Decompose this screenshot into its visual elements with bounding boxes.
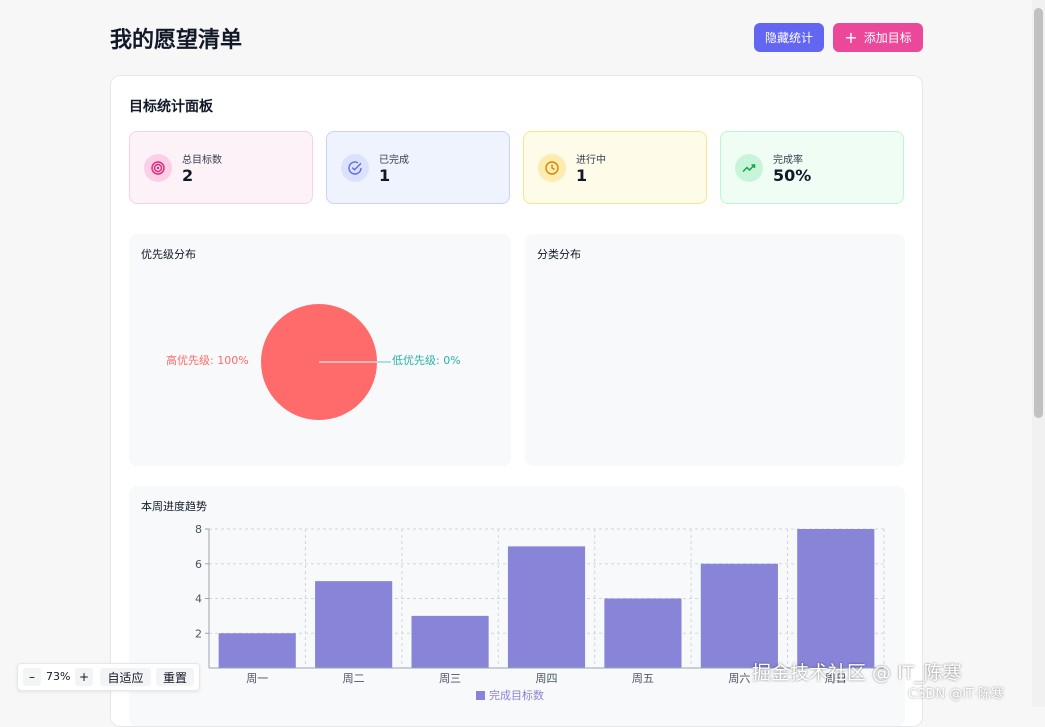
fit-button[interactable]: 自适应 — [100, 668, 151, 686]
x-tick-label: 周二 — [343, 672, 365, 685]
stat-value: 1 — [379, 166, 391, 185]
legend-swatch — [476, 691, 485, 700]
scrollbar-thumb[interactable] — [1034, 8, 1043, 418]
plus-icon: + — [844, 27, 858, 47]
stat-card-completed: 已完成 1 — [326, 131, 510, 204]
watermark-main: 掘金技术社区 @ IT_陈寒 — [752, 662, 962, 684]
stats-panel-title: 目标统计面板 — [129, 99, 213, 115]
category-chart-card: 分类分布 — [525, 234, 905, 466]
pie-label-low: 低优先级: 0% — [392, 354, 461, 367]
x-tick-label: 周六 — [728, 672, 750, 685]
target-icon — [144, 154, 172, 182]
y-tick-label: 8 — [195, 523, 202, 536]
hide-stats-label: 隐藏统计 — [764, 31, 813, 45]
priority-pie-chart — [261, 304, 391, 420]
legend-label: 完成目标数 — [489, 688, 544, 702]
zoom-controls: – 73% + 自适应 重置 — [17, 663, 200, 691]
x-tick-label: 周五 — [632, 672, 654, 685]
bar-周四 — [507, 546, 586, 668]
add-goal-button[interactable]: + 添加目标 — [833, 23, 923, 52]
bar-周三 — [411, 615, 489, 668]
zoom-in-button[interactable]: + — [75, 668, 93, 686]
y-tick-label: 4 — [195, 593, 202, 606]
y-tick-label: 2 — [195, 627, 202, 640]
y-tick-label: 6 — [195, 558, 202, 571]
zoom-level: 73% — [46, 670, 71, 683]
stat-card-total: 总目标数 2 — [129, 131, 313, 204]
page-title: 我的愿望清单 — [110, 28, 243, 53]
stat-value: 2 — [182, 166, 194, 185]
bar-周六 — [700, 563, 778, 668]
stat-card-completion-rate: 完成率 50% — [720, 131, 904, 204]
stat-label: 已完成 — [379, 155, 409, 166]
zoom-out-button[interactable]: – — [23, 668, 41, 686]
stats-panel: 目标统计面板 总目标数 2 已完成 1 进行中 1 完成率 50% 优先级分布 … — [110, 75, 923, 727]
bar-周一 — [218, 633, 296, 668]
x-tick-label: 周三 — [439, 672, 461, 685]
weekly-bar-chart: 2468周一 周二 周三 周四 周五 周六 周日完成目标数 — [195, 523, 885, 702]
bar-周五 — [604, 598, 682, 668]
watermark-sub: CSDN @IT·陈寒 — [908, 687, 1005, 702]
x-tick-label: 周四 — [536, 672, 558, 685]
check-circle-icon — [341, 154, 369, 182]
page-scrollbar[interactable] — [1032, 0, 1045, 707]
stat-label: 进行中 — [576, 155, 606, 166]
trending-up-icon — [735, 154, 763, 182]
weekly-chart-card: 本周进度趋势 2 4 6 8 周一 周二 周三 周四 周五 周六 周日 完成目标数 — [129, 486, 905, 726]
hide-stats-button[interactable]: 隐藏统计 — [754, 23, 824, 52]
category-chart-title: 分类分布 — [537, 248, 581, 261]
stat-label: 完成率 — [773, 155, 803, 166]
bar-周二 — [315, 581, 393, 668]
reset-button[interactable]: 重置 — [156, 668, 194, 686]
x-tick-label: 周一 — [246, 672, 268, 685]
stat-label: 总目标数 — [182, 155, 222, 166]
bar-周日 — [797, 529, 875, 668]
stat-value: 50% — [773, 166, 812, 185]
priority-chart-card: 优先级分布 高优先级: 100% 低优先级: 0% — [129, 234, 511, 466]
pie-label-high: 高优先级: 100% — [166, 354, 249, 367]
stat-value: 1 — [576, 166, 588, 185]
clock-icon — [538, 154, 566, 182]
add-goal-label: 添加目标 — [863, 31, 912, 45]
stat-card-in-progress: 进行中 1 — [523, 131, 707, 204]
